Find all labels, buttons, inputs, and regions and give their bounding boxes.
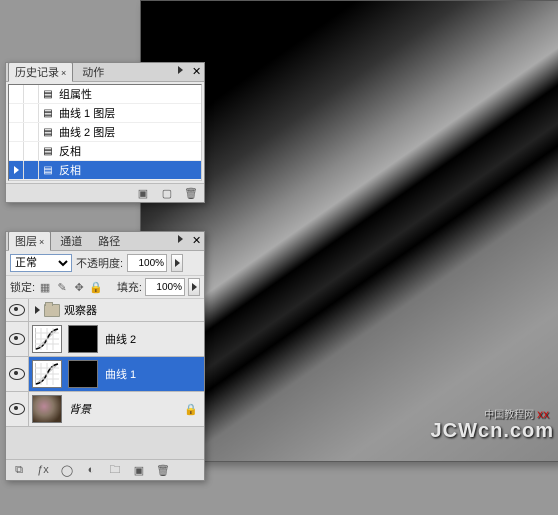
history-spacer [24, 161, 39, 179]
layer-row[interactable]: 背景🔒 [6, 392, 204, 427]
lock-label: 锁定: [10, 279, 35, 295]
history-item[interactable]: ▤组属性 [9, 85, 201, 104]
history-item-label: 组属性 [57, 86, 201, 102]
watermark-text: JCWcn.com [431, 420, 554, 443]
history-spacer [24, 123, 39, 141]
lock-all-icon[interactable]: 🔒 [89, 280, 103, 294]
visibility-toggle[interactable] [6, 299, 29, 321]
lock-transparency-icon[interactable]: ▦ [38, 280, 52, 294]
page-icon: ▤ [41, 125, 55, 139]
layer-mask-icon[interactable]: ◯ [60, 463, 74, 477]
history-item[interactable]: ▤反相 [9, 142, 201, 161]
layers-panel: 图层× 通道 路径 ✕ 正常 不透明度: 锁定: ▦ ✎ ✥ 🔒 填充: 观察器… [5, 231, 205, 481]
history-panel-tabs: 历史记录× 动作 ✕ [6, 63, 204, 82]
page-icon: ▤ [41, 87, 55, 101]
new-document-icon[interactable]: ▢ [160, 186, 174, 200]
panel-close-icon[interactable]: ✕ [192, 65, 202, 75]
visibility-toggle[interactable] [6, 322, 29, 356]
link-layers-icon[interactable]: ⧉ [12, 463, 26, 477]
blend-mode-select[interactable]: 正常 [10, 254, 72, 272]
adjustment-thumbnail[interactable] [32, 360, 62, 388]
eye-icon [9, 304, 25, 316]
history-marker [9, 161, 24, 179]
history-marker [9, 123, 24, 141]
tab-channels[interactable]: 通道 [53, 231, 89, 251]
history-item[interactable]: ▤反相 [9, 161, 201, 180]
layers-options-row: 正常 不透明度: [6, 251, 204, 276]
adjustment-layer-icon[interactable]: ◐ [84, 463, 98, 477]
history-item[interactable]: ▤曲线 1 图层 [9, 104, 201, 123]
watermark-subtext: 中国教程网 XX [484, 406, 549, 421]
layers-panel-tabs: 图层× 通道 路径 ✕ [6, 232, 204, 251]
tab-actions[interactable]: 动作 [75, 62, 111, 82]
page-icon: ▤ [41, 144, 55, 158]
tab-paths[interactable]: 路径 [91, 231, 127, 251]
fill-label: 填充: [117, 279, 142, 295]
close-icon[interactable]: × [61, 68, 66, 78]
page-icon: ▤ [41, 106, 55, 120]
visibility-toggle[interactable] [6, 357, 29, 391]
history-marker [9, 104, 24, 122]
eye-icon [9, 333, 25, 345]
tab-layers[interactable]: 图层× [8, 231, 51, 251]
adjustment-thumbnail[interactable] [32, 325, 62, 353]
layer-mask-thumbnail[interactable] [68, 325, 98, 353]
layer-row[interactable]: 曲线 1 [6, 357, 204, 392]
layers-list: 观察器曲线 2 曲线 1 背景🔒 [6, 299, 204, 459]
fill-input[interactable] [145, 278, 185, 296]
close-icon[interactable]: × [39, 237, 44, 247]
panel-menu-icon[interactable] [178, 234, 190, 246]
layer-label[interactable]: 背景 [65, 401, 184, 417]
lock-icon: 🔒 [184, 403, 198, 416]
page-icon: ▤ [41, 163, 55, 177]
lock-pixels-icon[interactable]: ✎ [55, 280, 69, 294]
history-list: ▤组属性▤曲线 1 图层▤曲线 2 图层▤反相▤反相 [8, 84, 202, 181]
history-spacer [24, 104, 39, 122]
new-layer-icon[interactable]: ▣ [132, 463, 146, 477]
eye-icon [9, 403, 25, 415]
lock-row: 锁定: ▦ ✎ ✥ 🔒 填充: [6, 276, 204, 299]
visibility-toggle[interactable] [6, 392, 29, 426]
history-spacer [24, 85, 39, 103]
history-panel: 历史记录× 动作 ✕ ▤组属性▤曲线 1 图层▤曲线 2 图层▤反相▤反相 ▣ … [5, 62, 205, 203]
layer-row[interactable]: 观察器 [6, 299, 204, 322]
folder-icon [44, 304, 60, 317]
eye-icon [9, 368, 25, 380]
layer-thumbnail[interactable] [32, 395, 62, 423]
history-marker [9, 85, 24, 103]
opacity-label: 不透明度: [76, 255, 123, 271]
trash-icon[interactable]: 🗑 [184, 186, 198, 200]
layer-label[interactable]: 曲线 2 [101, 331, 204, 347]
history-item-label: 反相 [57, 162, 201, 178]
history-item[interactable]: ▤曲线 2 图层 [9, 123, 201, 142]
fill-flyout-icon[interactable] [188, 278, 200, 296]
history-item-label: 反相 [57, 143, 201, 159]
history-spacer [24, 142, 39, 160]
tab-history[interactable]: 历史记录× [8, 62, 73, 82]
layer-row[interactable]: 曲线 2 [6, 322, 204, 357]
panel-close-icon[interactable]: ✕ [192, 234, 202, 244]
history-marker [9, 142, 24, 160]
new-group-icon[interactable]: 🗀 [108, 463, 122, 477]
history-item-label: 曲线 1 图层 [57, 105, 201, 121]
opacity-input[interactable] [127, 254, 167, 272]
trash-icon[interactable]: 🗑 [156, 463, 170, 477]
history-item-label: 曲线 2 图层 [57, 124, 201, 140]
history-footer: ▣ ▢ 🗑 [6, 183, 204, 202]
create-snapshot-icon[interactable]: ▣ [136, 186, 150, 200]
layers-footer: ⧉ ƒx ◯ ◐ 🗀 ▣ 🗑 [6, 459, 204, 480]
group-expand-icon[interactable] [35, 306, 40, 314]
layer-label[interactable]: 观察器 [60, 302, 204, 318]
layer-label[interactable]: 曲线 1 [101, 366, 204, 382]
opacity-flyout-icon[interactable] [171, 254, 183, 272]
layer-style-icon[interactable]: ƒx [36, 463, 50, 477]
lock-position-icon[interactable]: ✥ [72, 280, 86, 294]
layer-mask-thumbnail[interactable] [68, 360, 98, 388]
panel-menu-icon[interactable] [178, 65, 190, 77]
